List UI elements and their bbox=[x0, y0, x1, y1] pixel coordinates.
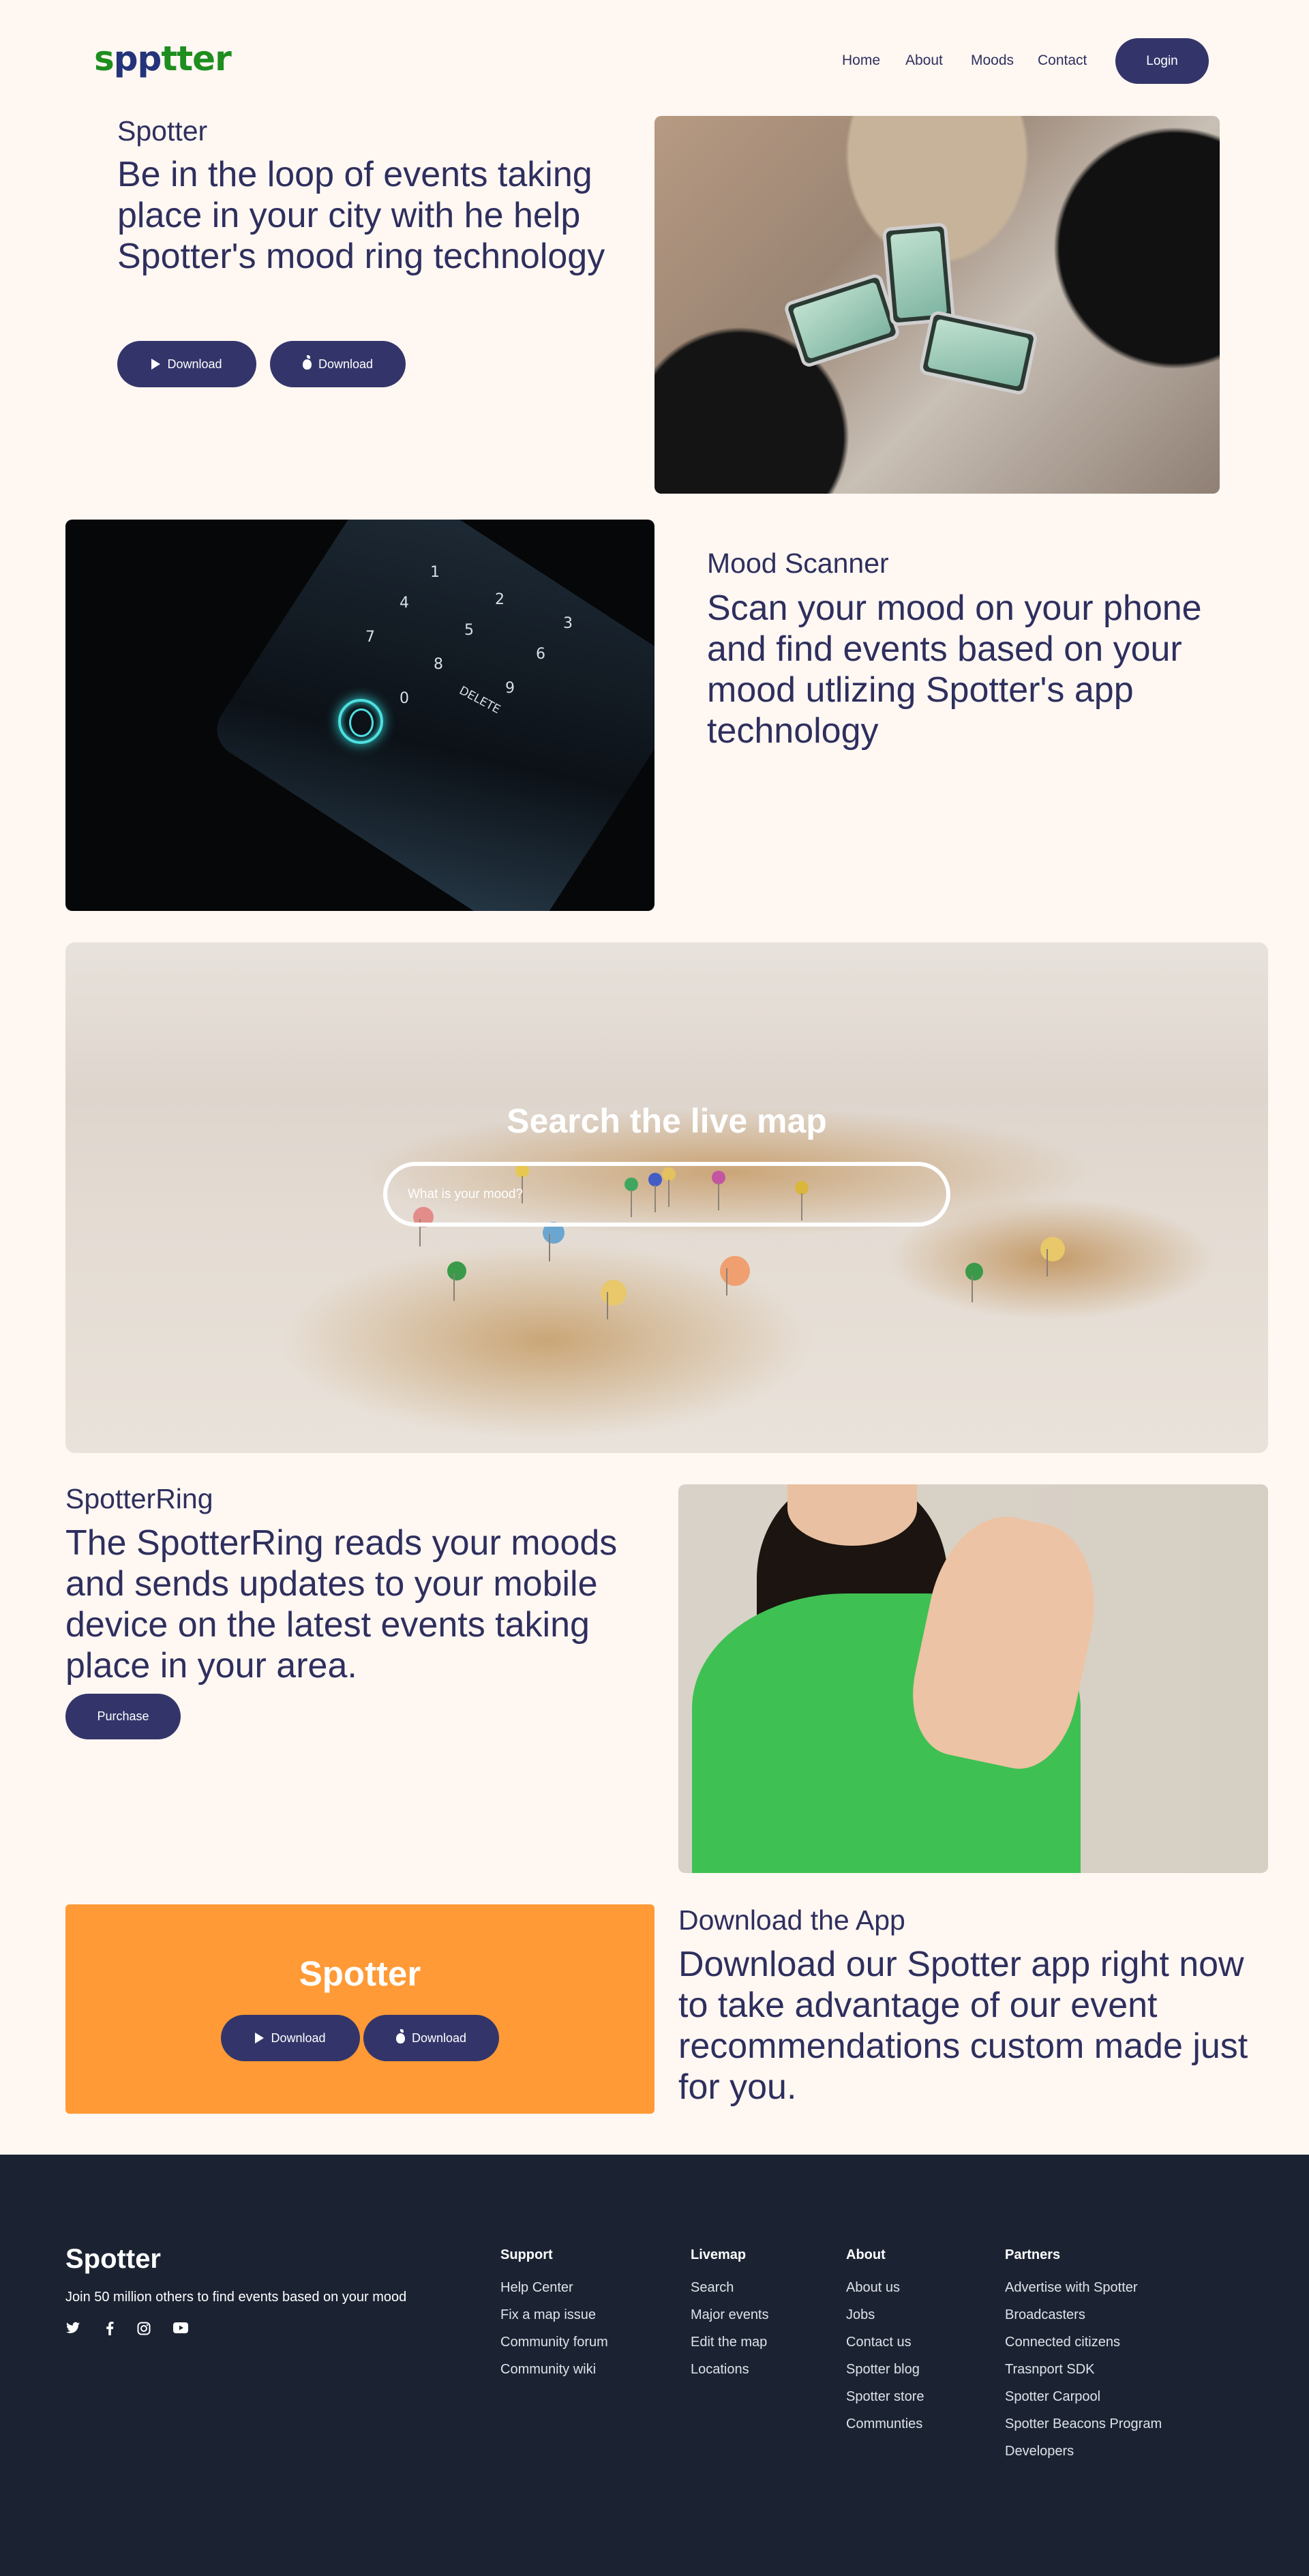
scanner-headline: Scan your mood on your phone and find ev… bbox=[707, 588, 1202, 751]
nav-moods[interactable]: Moods bbox=[971, 52, 1014, 70]
map-pin bbox=[1040, 1237, 1065, 1276]
keypad-digit: 7 bbox=[365, 629, 375, 646]
keypad-digit: 5 bbox=[464, 622, 474, 639]
keypad-digit: 2 bbox=[495, 591, 505, 608]
mood-scanner-photo: 1 2 3 4 5 6 7 8 9 0 DELETE bbox=[65, 520, 654, 911]
hero-photo-friends-phones bbox=[654, 116, 1220, 494]
fingerprint-icon bbox=[338, 699, 383, 744]
footer-column-title: Support bbox=[500, 2247, 553, 2262]
phone-illustration bbox=[882, 222, 956, 327]
footer-link[interactable]: Spotter blog bbox=[846, 2361, 924, 2378]
footer-tagline: Join 50 million others to find events ba… bbox=[65, 2290, 407, 2305]
button-label: Download bbox=[271, 2031, 326, 2045]
footer-column-title: Partners bbox=[1005, 2247, 1061, 2262]
footer-link[interactable]: Major events bbox=[691, 2307, 769, 2323]
footer-link[interactable]: Jobs bbox=[846, 2307, 924, 2323]
footer-link[interactable]: Communties bbox=[846, 2416, 924, 2432]
youtube-icon[interactable] bbox=[173, 2322, 188, 2337]
nav-contact[interactable]: Contact bbox=[1038, 52, 1087, 70]
spotter-logo[interactable]: spptter bbox=[94, 38, 232, 79]
footer-link[interactable]: Spotter Beacons Program bbox=[1005, 2416, 1162, 2432]
footer-link[interactable]: Locations bbox=[691, 2361, 769, 2378]
apple-icon bbox=[302, 355, 312, 370]
ring-eyebrow: SpotterRing bbox=[65, 1483, 213, 1514]
keypad-digit: 9 bbox=[505, 680, 515, 697]
download-ios-button[interactable]: Download bbox=[270, 341, 406, 387]
map-title: Search the live map bbox=[507, 1102, 827, 1140]
keypad-digit: 6 bbox=[536, 646, 545, 663]
map-pin bbox=[965, 1263, 983, 1302]
ring-headline: The SpotterRing reads your moods and sen… bbox=[65, 1523, 618, 1686]
purchase-button[interactable]: Purchase bbox=[65, 1694, 181, 1739]
apple-icon bbox=[395, 2028, 405, 2043]
map-pin bbox=[447, 1261, 466, 1301]
button-label: Download bbox=[167, 357, 222, 371]
download-eyebrow: Download the App bbox=[678, 1904, 905, 1936]
instagram-icon[interactable] bbox=[136, 2322, 151, 2337]
footer-link[interactable]: Advertise with Spotter bbox=[1005, 2279, 1162, 2296]
nav-about[interactable]: About bbox=[905, 52, 943, 70]
footer-column-livemap: Livemap Search Major events Edit the map… bbox=[691, 2247, 769, 2388]
footer-link[interactable]: Fix a map issue bbox=[500, 2307, 608, 2323]
footer-link[interactable]: Spotter store bbox=[846, 2388, 924, 2405]
hero-headline: Be in the loop of events taking place in… bbox=[117, 155, 605, 276]
footer-link[interactable]: Broadcasters bbox=[1005, 2307, 1162, 2323]
footer-link[interactable]: Search bbox=[691, 2279, 769, 2296]
footer-link[interactable]: About us bbox=[846, 2279, 924, 2296]
footer-link[interactable]: Trasnport SDK bbox=[1005, 2361, 1162, 2378]
map-pin bbox=[720, 1256, 750, 1296]
logo-part: s bbox=[94, 39, 115, 78]
keypad-digit: 3 bbox=[563, 615, 573, 632]
twitter-icon[interactable] bbox=[65, 2322, 80, 2337]
keypad-digit: 1 bbox=[430, 564, 440, 581]
download-card: Spotter Download Download bbox=[65, 1904, 654, 2114]
footer-link[interactable]: Edit the map bbox=[691, 2334, 769, 2350]
footer-link[interactable]: Contact us bbox=[846, 2334, 924, 2350]
play-store-icon bbox=[255, 2033, 265, 2043]
footer-link[interactable]: Spotter Carpool bbox=[1005, 2388, 1162, 2405]
footer-column-partners: Partners Advertise with Spotter Broadcas… bbox=[1005, 2247, 1162, 2470]
phone-illustration bbox=[783, 272, 901, 369]
button-label: Download bbox=[411, 2031, 467, 2045]
logo-part: pp bbox=[113, 39, 162, 78]
footer-column-about: About About us Jobs Contact us Spotter b… bbox=[846, 2247, 924, 2443]
footer-link[interactable]: Community forum bbox=[500, 2334, 608, 2350]
download-android-button[interactable]: Download bbox=[117, 341, 256, 387]
footer-column-title: About bbox=[846, 2247, 886, 2262]
site-footer: Spotter Join 50 million others to find e… bbox=[0, 2155, 1309, 2576]
login-button[interactable]: Login bbox=[1115, 38, 1209, 84]
button-label: Download bbox=[318, 357, 374, 371]
logo-part: tter bbox=[161, 39, 231, 78]
nav-home[interactable]: Home bbox=[842, 52, 880, 70]
phone-illustration bbox=[918, 310, 1039, 396]
download-android-button[interactable]: Download bbox=[221, 2015, 360, 2061]
live-map-banner: Search the live map What is your mood? bbox=[65, 942, 1268, 1453]
keypad-digit: 4 bbox=[400, 595, 409, 612]
facebook-icon[interactable] bbox=[102, 2322, 117, 2337]
ring-photo-woman bbox=[678, 1484, 1268, 1873]
footer-column-support: Support Help Center Fix a map issue Comm… bbox=[500, 2247, 608, 2388]
download-headline: Download our Spotter app right now to ta… bbox=[678, 1945, 1248, 2107]
scanner-eyebrow: Mood Scanner bbox=[707, 548, 889, 579]
keypad-digit: 0 bbox=[400, 690, 409, 707]
download-card-title: Spotter bbox=[299, 1954, 421, 1993]
play-store-icon bbox=[151, 359, 161, 370]
footer-brand: Spotter bbox=[65, 2244, 161, 2274]
download-ios-button[interactable]: Download bbox=[363, 2015, 499, 2061]
hero-eyebrow: Spotter bbox=[117, 115, 208, 147]
keypad-digit: 8 bbox=[434, 656, 443, 673]
footer-link[interactable]: Connected citizens bbox=[1005, 2334, 1162, 2350]
footer-link[interactable]: Developers bbox=[1005, 2443, 1162, 2459]
footer-column-title: Livemap bbox=[691, 2247, 747, 2262]
mood-search-input[interactable]: What is your mood? bbox=[383, 1162, 950, 1227]
map-pin bbox=[601, 1280, 627, 1319]
footer-link[interactable]: Community wiki bbox=[500, 2361, 608, 2378]
footer-link[interactable]: Help Center bbox=[500, 2279, 608, 2296]
